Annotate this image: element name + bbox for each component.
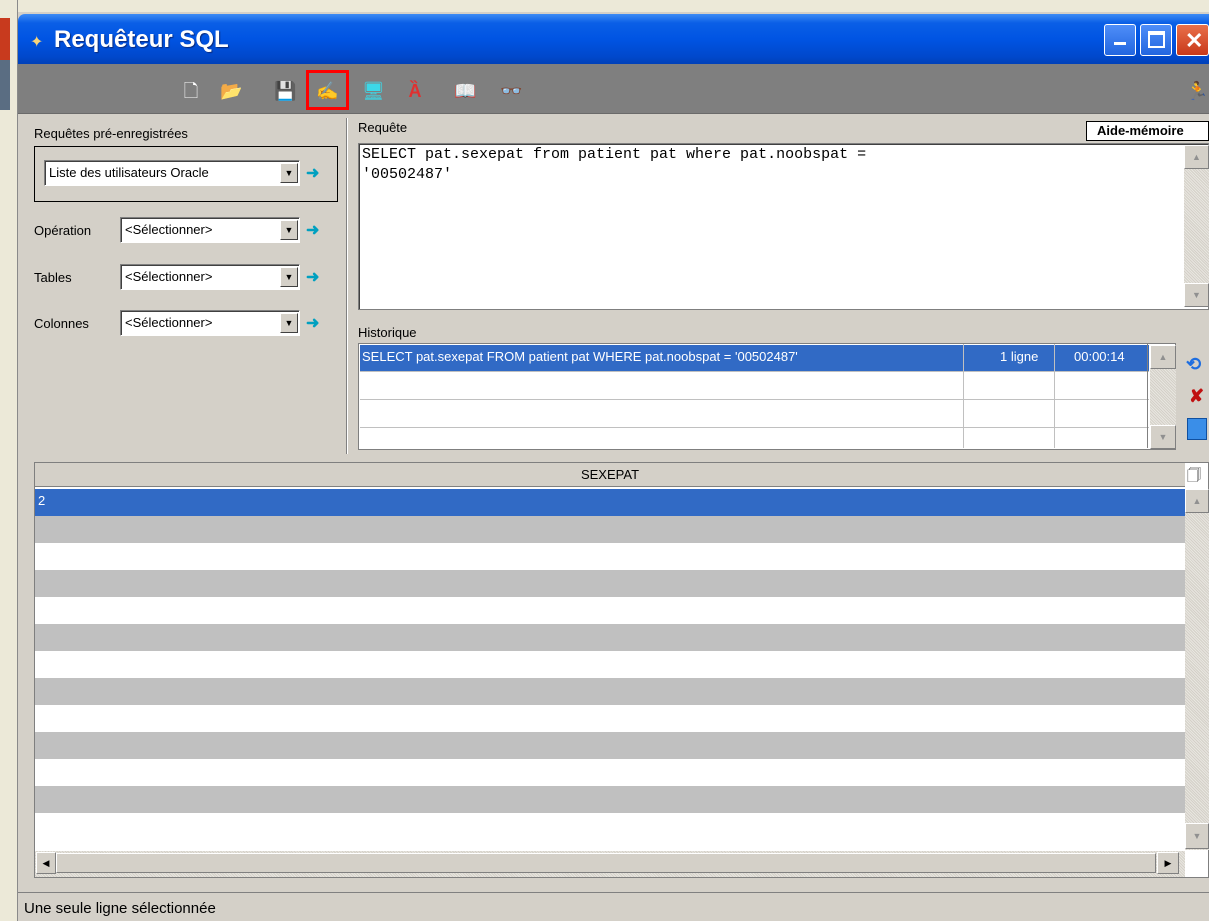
history-time: 00:00:14: [1074, 349, 1125, 364]
save-icon[interactable]: 💾: [274, 80, 296, 102]
horizontal-scroll-thumb[interactable]: [56, 853, 1156, 873]
table-row[interactable]: [35, 624, 1185, 651]
preregistered-label: Requêtes pré-enregistrées: [34, 126, 188, 141]
scroll-down-icon[interactable]: ▼: [1185, 823, 1209, 849]
scroll-right-icon[interactable]: ▶: [1157, 852, 1179, 874]
preregistered-select[interactable]: Liste des utilisateurs Oracle ▼: [44, 160, 300, 186]
history-row[interactable]: [360, 401, 1149, 428]
tables-label: Tables: [34, 270, 72, 285]
table-row[interactable]: [35, 678, 1185, 705]
operation-select[interactable]: <Sélectionner> ▼: [120, 217, 300, 243]
delete-icon[interactable]: ✘: [1189, 386, 1204, 407]
table-row[interactable]: [35, 543, 1185, 570]
table-row[interactable]: [35, 813, 1185, 840]
query-label: Requête: [358, 120, 408, 135]
window-title: Requêteur SQL: [54, 26, 229, 53]
exit-icon[interactable]: 🏃: [1186, 80, 1208, 102]
column-chooser-icon[interactable]: 🗍: [1187, 465, 1201, 489]
operation-label: Opération: [34, 223, 92, 238]
operation-value: <Sélectionner>: [125, 222, 213, 237]
history-query: SELECT pat.sexepat FROM patient pat WHER…: [362, 349, 798, 364]
table-row[interactable]: 2: [35, 489, 1185, 516]
column-divider: [1147, 344, 1148, 448]
glasses-icon[interactable]: 👓: [500, 80, 522, 102]
background-window-edge-dark: [0, 60, 10, 110]
cell-sexepat: 2: [38, 493, 46, 508]
maximize-button[interactable]: [1140, 24, 1172, 56]
desktop-left-edge: [0, 0, 18, 921]
aide-memoire-button[interactable]: Aide-mémoire: [1086, 121, 1209, 141]
save-history-icon[interactable]: [1187, 418, 1207, 440]
chevron-down-icon[interactable]: ▼: [280, 267, 298, 287]
table-row[interactable]: [35, 516, 1185, 543]
table-row[interactable]: [35, 651, 1185, 678]
history-list[interactable]: SELECT pat.sexepat FROM patient pat WHER…: [358, 343, 1176, 450]
results-vertical-scrollbar[interactable]: [1185, 489, 1209, 850]
columns-select[interactable]: <Sélectionner> ▼: [120, 310, 300, 336]
arrow-right-icon[interactable]: ➜: [306, 316, 328, 332]
query-text[interactable]: SELECT pat.sexepat from patient pat wher…: [362, 145, 1162, 185]
scroll-up-icon[interactable]: ▲: [1184, 145, 1209, 169]
chevron-down-icon[interactable]: ▼: [280, 163, 298, 183]
minimize-button[interactable]: [1104, 24, 1136, 56]
table-row[interactable]: [35, 570, 1185, 597]
table-row[interactable]: [35, 732, 1185, 759]
arrow-right-icon[interactable]: ➜: [306, 166, 328, 182]
column-divider: [1054, 344, 1055, 448]
history-count: 1 ligne: [1000, 349, 1039, 364]
scroll-down-icon[interactable]: ▼: [1150, 425, 1176, 449]
chevron-down-icon[interactable]: ▼: [280, 220, 298, 240]
scroll-up-icon[interactable]: ▲: [1185, 489, 1209, 513]
vertical-divider: [346, 118, 348, 454]
new-icon[interactable]: 🗋: [180, 80, 202, 102]
arrow-right-icon[interactable]: ➜: [306, 270, 328, 286]
arrow-right-icon[interactable]: ➜: [306, 223, 328, 239]
background-window-edge: [0, 18, 10, 60]
table-row[interactable]: [35, 759, 1185, 786]
book-icon[interactable]: 📖: [454, 80, 476, 102]
history-row[interactable]: SELECT pat.sexepat FROM patient pat WHER…: [360, 345, 1149, 372]
table-row[interactable]: [35, 705, 1185, 732]
history-row[interactable]: [360, 373, 1149, 400]
scroll-down-icon[interactable]: ▼: [1184, 283, 1209, 307]
status-text: Une seule ligne sélectionnée: [24, 900, 216, 917]
column-divider: [963, 344, 964, 448]
open-icon[interactable]: 📂: [220, 80, 242, 102]
columns-value: <Sélectionner>: [125, 315, 213, 330]
table-row[interactable]: [35, 786, 1185, 813]
tables-select[interactable]: <Sélectionner> ▼: [120, 264, 300, 290]
history-label: Historique: [358, 325, 417, 340]
tables-value: <Sélectionner>: [125, 269, 213, 284]
oracle-icon[interactable]: Ȁ: [404, 80, 426, 102]
scroll-up-icon[interactable]: ▲: [1150, 345, 1176, 369]
close-icon: ✕: [1185, 28, 1204, 53]
close-button[interactable]: ✕: [1176, 24, 1209, 56]
history-row[interactable]: [360, 429, 1149, 456]
chevron-down-icon[interactable]: ▼: [280, 313, 298, 333]
columns-label: Colonnes: [34, 316, 89, 331]
table-row[interactable]: [35, 597, 1185, 624]
preregistered-value: Liste des utilisateurs Oracle: [49, 165, 209, 180]
edit-query-icon[interactable]: ✍: [316, 80, 338, 102]
column-header-sexepat[interactable]: SEXEPAT: [35, 463, 1185, 487]
execute-icon[interactable]: 🖥: [362, 80, 385, 102]
scroll-left-icon[interactable]: ◀: [36, 852, 56, 874]
app-icon: ✦: [30, 34, 44, 51]
desktop-background: [0, 0, 1209, 12]
refresh-icon[interactable]: ⟲: [1186, 354, 1201, 375]
